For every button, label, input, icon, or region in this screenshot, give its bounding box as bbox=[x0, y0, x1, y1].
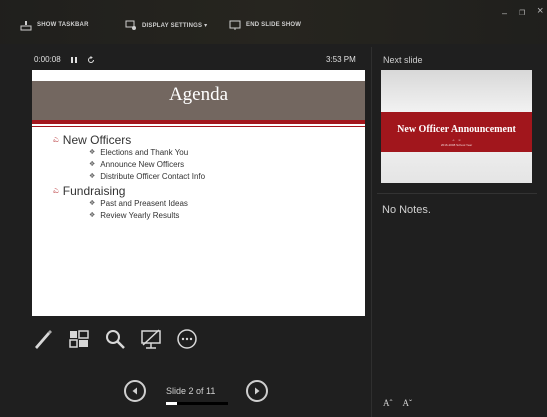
elapsed-time: 0:00:08 bbox=[34, 55, 61, 64]
sub-bullet-text: Review Yearly Results bbox=[100, 211, 180, 220]
slide-progress-bar bbox=[166, 402, 228, 405]
more-options-icon[interactable] bbox=[176, 328, 198, 350]
next-slide-thumbnail[interactable]: New Officer Announcement ಎ ಆ 2016-2008 S… bbox=[381, 70, 532, 183]
end-show-icon bbox=[229, 20, 241, 30]
display-settings-icon bbox=[125, 20, 136, 30]
next-arrow-icon bbox=[255, 387, 260, 395]
display-settings-label: DISPLAY SETTINGS ▾ bbox=[142, 22, 208, 29]
notes-font-size-controls: Aˆ Aˇ bbox=[383, 398, 412, 408]
bullet-text: New Officers bbox=[62, 133, 132, 147]
end-slide-show-button[interactable]: END SLIDE SHOW bbox=[229, 18, 301, 32]
sub-bullet-text: Announce New Officers bbox=[100, 160, 185, 169]
next-slide-heading: Next slide bbox=[383, 55, 423, 65]
presenter-tools bbox=[32, 328, 198, 350]
minimize-button[interactable]: – bbox=[502, 8, 507, 18]
pause-icon[interactable] bbox=[70, 56, 78, 64]
decrease-font-button[interactable]: Aˇ bbox=[403, 398, 413, 408]
thumbnail-marker: ಎ ಆ bbox=[452, 138, 461, 142]
bullet-text: Fundraising bbox=[62, 184, 126, 198]
bullet-item: ಎ New Officers bbox=[53, 133, 353, 147]
current-time: 3:53 PM bbox=[326, 55, 356, 64]
sub-bullet-item: ❖ Announce New Officers bbox=[89, 160, 185, 169]
slide-title: Agenda bbox=[168, 84, 229, 105]
slide-bullet-list: ಎ New Officers ❖ Elections and Thank You ❖… bbox=[53, 132, 353, 222]
slide-progress-fill bbox=[166, 402, 177, 405]
bullet-marker-icon: ಎ bbox=[53, 135, 59, 145]
bullet-marker-icon: ಎ bbox=[53, 186, 59, 196]
taskbar-icon bbox=[20, 21, 32, 31]
sub-bullet-item: ❖ Elections and Thank You bbox=[89, 148, 189, 157]
see-all-slides-icon[interactable] bbox=[68, 328, 90, 350]
sub-bullet-text: Elections and Thank You bbox=[100, 148, 189, 157]
reset-icon[interactable] bbox=[87, 55, 95, 64]
slide-accent-line-thin bbox=[32, 126, 365, 127]
close-button[interactable]: × bbox=[537, 5, 543, 17]
black-screen-icon[interactable] bbox=[140, 328, 162, 350]
sub-bullet-item: ❖ Review Yearly Results bbox=[89, 211, 180, 220]
slide-accent-line bbox=[32, 120, 365, 124]
next-slide-title: New Officer Announcement bbox=[397, 124, 516, 135]
sub-bullet-item: ❖ Distribute Officer Contact Info bbox=[89, 172, 206, 181]
slide-timer: 0:00:08 bbox=[34, 55, 95, 64]
bullet-item: ಎ Fundraising bbox=[53, 184, 353, 198]
presenter-toolbar: SHOW TASKBAR DISPLAY SETTINGS ▾ END SLID… bbox=[0, 0, 547, 44]
end-slide-show-label: END SLIDE SHOW bbox=[246, 22, 302, 28]
increase-font-button[interactable]: Aˆ bbox=[383, 398, 393, 408]
sub-bullet-text: Distribute Officer Contact Info bbox=[100, 172, 206, 181]
previous-slide-button[interactable] bbox=[124, 380, 146, 402]
show-taskbar-label: SHOW TASKBAR bbox=[37, 22, 89, 28]
restore-button[interactable]: ❐ bbox=[519, 9, 525, 17]
sub-bullet-text: Past and Preasent Ideas bbox=[100, 199, 188, 208]
slide-counter[interactable]: Slide 2 of 11 bbox=[166, 386, 215, 396]
current-slide[interactable]: Agenda ಎ New Officers ❖ Elections and Than… bbox=[32, 70, 365, 316]
pen-icon[interactable] bbox=[32, 328, 54, 350]
slide-navigation: Slide 2 of 11 bbox=[124, 380, 274, 410]
sub-bullet-item: ❖ Past and Preasent Ideas bbox=[89, 199, 188, 208]
show-taskbar-button[interactable]: SHOW TASKBAR bbox=[20, 18, 89, 32]
display-settings-button[interactable]: DISPLAY SETTINGS ▾ bbox=[125, 18, 207, 32]
zoom-icon[interactable] bbox=[104, 328, 126, 350]
panel-divider bbox=[371, 47, 372, 417]
speaker-notes: No Notes. bbox=[382, 204, 431, 216]
notes-separator bbox=[377, 193, 537, 194]
next-slide-subtitle: 2016-2008 School Year bbox=[440, 143, 473, 147]
previous-arrow-icon bbox=[132, 387, 137, 395]
next-slide-button[interactable] bbox=[246, 380, 268, 402]
